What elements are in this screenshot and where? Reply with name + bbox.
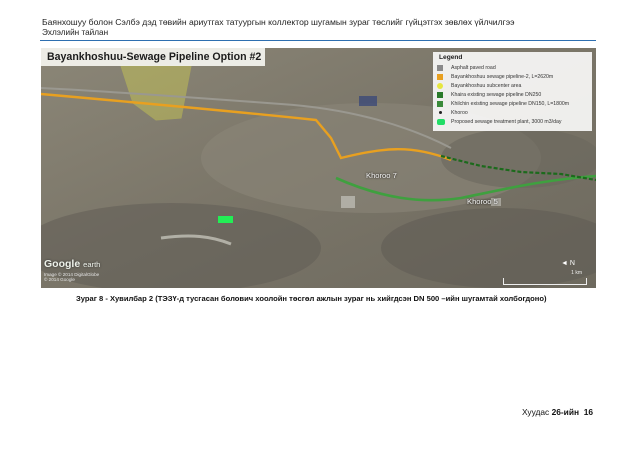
google-earth-watermark: Google earth [44,258,101,270]
pipeline-swatch-icon [437,92,443,98]
road-swatch-icon [437,65,443,71]
page-number: Хуудас 26-ийн 16 [522,407,594,417]
imagery-copyright: Image © 2014 DigitalGlobe © 2014 Google [44,272,100,283]
document-header-subtitle: Эхлэлийн тайлан [42,28,109,37]
map-title: Bayankhoshuu-Sewage Pipeline Option #2 [47,51,262,63]
header-divider [40,40,596,41]
document-header-title: Баянхошуу болон Сэлбэ дэд төвийн ариутга… [42,17,515,27]
compass-icon: ◄ N [561,260,575,267]
treatment-plant [218,216,233,223]
map-legend: Legend Asphalt paved road Bayankhoshuu s… [433,52,592,131]
khoroo-dot-icon [439,111,442,114]
figure-caption: Зураг 8 - Хувилбар 2 (ТЭЗҮ-д тусгасан бо… [76,294,547,303]
khoroo-5-label: Khoroo 5 [467,197,498,206]
map-title-bar: Bayankhoshuu-Sewage Pipeline Option #2 [41,48,265,66]
pipeline-swatch-icon [437,74,443,80]
scale-bar: 1 km [503,270,587,285]
legend-title: Legend [439,54,463,61]
area-swatch-icon [437,83,443,89]
pipeline-swatch-icon [437,101,443,107]
satellite-map: Bayankhoshuu-Sewage Pipeline Option #2 L… [41,48,596,288]
khoroo-7-label: Khoroo 7 [366,171,397,180]
plant-swatch-icon [437,119,445,125]
